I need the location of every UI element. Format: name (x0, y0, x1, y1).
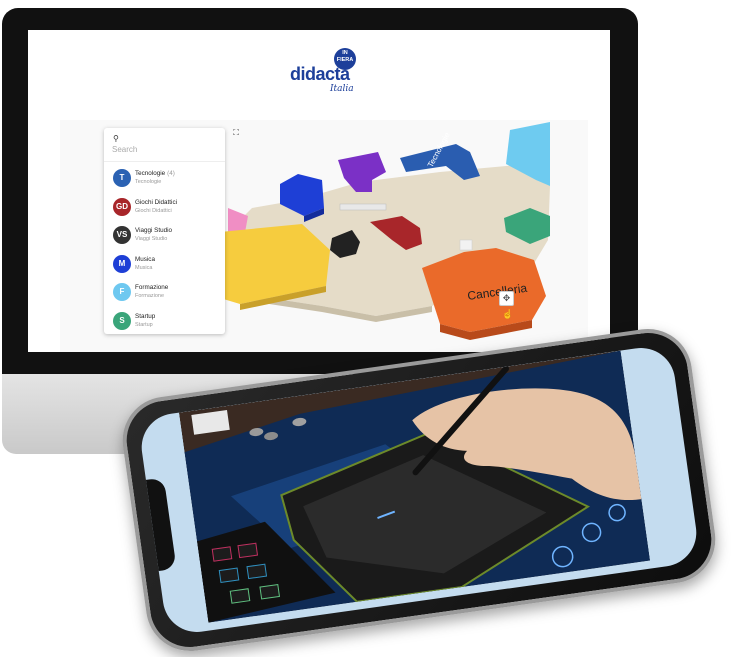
key (229, 588, 251, 604)
category-subtitle: Viaggi Studio (135, 236, 168, 242)
category-panel: ⚲ T Tecnologie(4) Tecnologie GD Giochi D… (104, 128, 225, 334)
category-title: Musica (135, 255, 155, 263)
monitor-screen: didacta IN FIERA Italia Tecnologie Cance… (28, 30, 610, 352)
video-player[interactable] (178, 350, 651, 631)
category-title: Startup (135, 312, 156, 320)
booth-white-1 (339, 203, 387, 211)
key (211, 546, 233, 562)
booth-white-2 (459, 239, 473, 251)
category-avatar: S (113, 311, 131, 330)
logo-badge: IN FIERA (334, 48, 356, 70)
phone-screen (137, 343, 701, 637)
didacta-logo[interactable]: didacta IN FIERA Italia (290, 48, 370, 94)
category-item-formazione[interactable]: F Formazione Formazione (104, 280, 225, 309)
category-avatar: F (113, 283, 131, 301)
key (218, 567, 240, 584)
category-subtitle: Tecnologie (135, 179, 162, 185)
category-avatar: M (113, 254, 131, 273)
category-subtitle: Musica (135, 264, 153, 271)
category-subtitle: Formazione (135, 293, 165, 299)
video-frame (178, 350, 651, 623)
hand-pointer-icon: ☝ (502, 309, 514, 319)
logo-script: Italia (330, 84, 354, 94)
search-box[interactable]: ⚲ (104, 128, 225, 162)
category-title: Tecnologie (4) (135, 170, 175, 177)
phone-notch (143, 477, 177, 572)
key (259, 584, 281, 600)
category-count: (4) (167, 170, 175, 177)
search-icon: ⚲ (113, 134, 119, 143)
category-subtitle: Startup (135, 321, 153, 328)
key (237, 542, 259, 559)
category-avatar: T (113, 169, 131, 187)
search-input[interactable] (112, 145, 212, 154)
category-list: T Tecnologie (4) Tecnologie GD Giochi Did… (104, 166, 225, 337)
category-title: Formazione (135, 284, 169, 291)
category-item-startup[interactable]: S Startup Startup (104, 309, 225, 338)
category-avatar: VS (113, 226, 131, 244)
move-icon[interactable]: ✥ (499, 291, 514, 306)
category-item-viaggi-studio[interactable]: VS Viaggi Studio Viaggi Studio (104, 223, 225, 252)
expand-icon[interactable]: ⛶ (231, 128, 241, 138)
category-subtitle: Giochi Didattici (135, 207, 172, 214)
category-item-musica[interactable]: M Musica Musica (104, 252, 225, 281)
key (246, 563, 268, 580)
category-title: Giochi Didattici (135, 198, 177, 206)
category-item-giochi-didattici[interactable]: GD Giochi Didattici Giochi Didattici (104, 195, 225, 224)
category-avatar: GD (113, 197, 131, 216)
category-title: Viaggi Studio (135, 227, 172, 234)
category-item-tecnologie[interactable]: T Tecnologie (4) Tecnologie (104, 166, 225, 195)
